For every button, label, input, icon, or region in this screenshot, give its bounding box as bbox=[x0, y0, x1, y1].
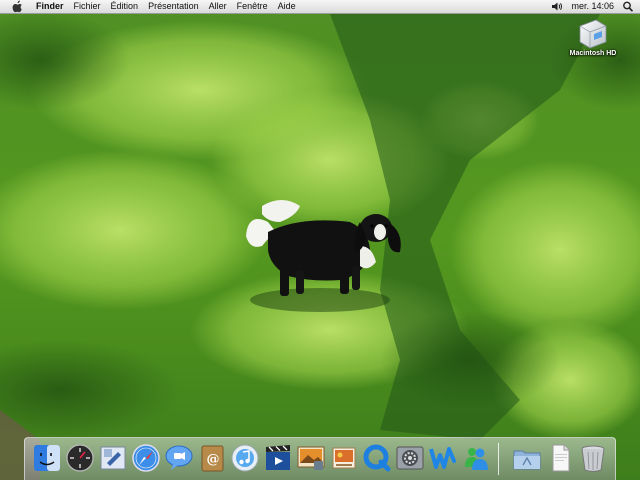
dock-iweb[interactable] bbox=[427, 441, 459, 475]
applications-folder-icon bbox=[513, 450, 541, 470]
dock-mail[interactable] bbox=[97, 441, 129, 475]
dock-itunes[interactable] bbox=[229, 441, 261, 475]
mail-icon bbox=[100, 446, 126, 470]
menu-edition[interactable]: Édition bbox=[106, 0, 144, 13]
address-book-icon: @ bbox=[201, 445, 224, 472]
quicktime-icon bbox=[363, 444, 391, 472]
dock-system-preferences[interactable] bbox=[394, 441, 426, 475]
finder-icon bbox=[34, 445, 60, 471]
dock-dashboard[interactable] bbox=[64, 441, 96, 475]
menubar-clock[interactable]: mer. 14:06 bbox=[571, 0, 622, 13]
dock-imovie[interactable] bbox=[262, 441, 294, 475]
dock-quicktime[interactable] bbox=[361, 441, 393, 475]
menu-aller[interactable]: Aller bbox=[204, 0, 232, 13]
dock-safari[interactable] bbox=[130, 441, 162, 475]
dock-ichat[interactable] bbox=[163, 441, 195, 475]
menu-fenetre[interactable]: Fenêtre bbox=[232, 0, 273, 13]
menu-presentation[interactable]: Présentation bbox=[143, 0, 204, 13]
trash-icon bbox=[581, 445, 605, 472]
iphoto-icon bbox=[297, 446, 325, 470]
menu-extras: mer. 14:06 bbox=[551, 0, 640, 13]
apple-icon[interactable] bbox=[9, 0, 25, 13]
menu-bar: Finder Fichier Édition Présentation Alle… bbox=[0, 0, 640, 14]
ichat-icon bbox=[165, 445, 193, 470]
itunes-icon bbox=[231, 444, 259, 472]
menu-aide[interactable]: Aide bbox=[273, 0, 301, 13]
dock-applications-folder[interactable] bbox=[511, 441, 543, 475]
dock: @ bbox=[24, 437, 616, 480]
imovie-icon bbox=[266, 445, 290, 470]
documents-stack-icon bbox=[552, 444, 570, 472]
desktop-icon-label: Macintosh HD bbox=[569, 50, 617, 57]
safari-icon bbox=[132, 444, 160, 472]
menu-fichier[interactable]: Fichier bbox=[69, 0, 106, 13]
dock-separator[interactable] bbox=[498, 443, 499, 475]
dock-trash[interactable] bbox=[577, 441, 609, 475]
iweb-icon bbox=[429, 447, 456, 469]
dock-finder[interactable] bbox=[31, 441, 63, 475]
dock-iphoto[interactable] bbox=[295, 441, 327, 475]
system-preferences-icon bbox=[396, 446, 424, 470]
desktop-screen: Finder Fichier Édition Présentation Alle… bbox=[0, 0, 640, 480]
dock-address-book[interactable]: @ bbox=[196, 441, 228, 475]
dock-iphoto-slideshow[interactable] bbox=[328, 441, 360, 475]
dock-documents-stack[interactable] bbox=[544, 441, 576, 475]
dock-messenger[interactable] bbox=[460, 441, 492, 475]
spotlight-search-icon[interactable] bbox=[622, 0, 634, 13]
messenger-icon bbox=[465, 448, 488, 470]
hard-drive-icon bbox=[579, 19, 607, 49]
menu-finder[interactable]: Finder bbox=[31, 0, 69, 13]
desktop-wallpaper bbox=[0, 0, 640, 480]
volume-icon[interactable] bbox=[551, 0, 563, 13]
iphoto-slideshow-icon bbox=[332, 447, 356, 469]
desktop-icon-macintosh-hd[interactable]: Macintosh HD bbox=[560, 18, 626, 57]
dashboard-icon bbox=[66, 444, 94, 472]
svg-text:@: @ bbox=[207, 452, 220, 467]
